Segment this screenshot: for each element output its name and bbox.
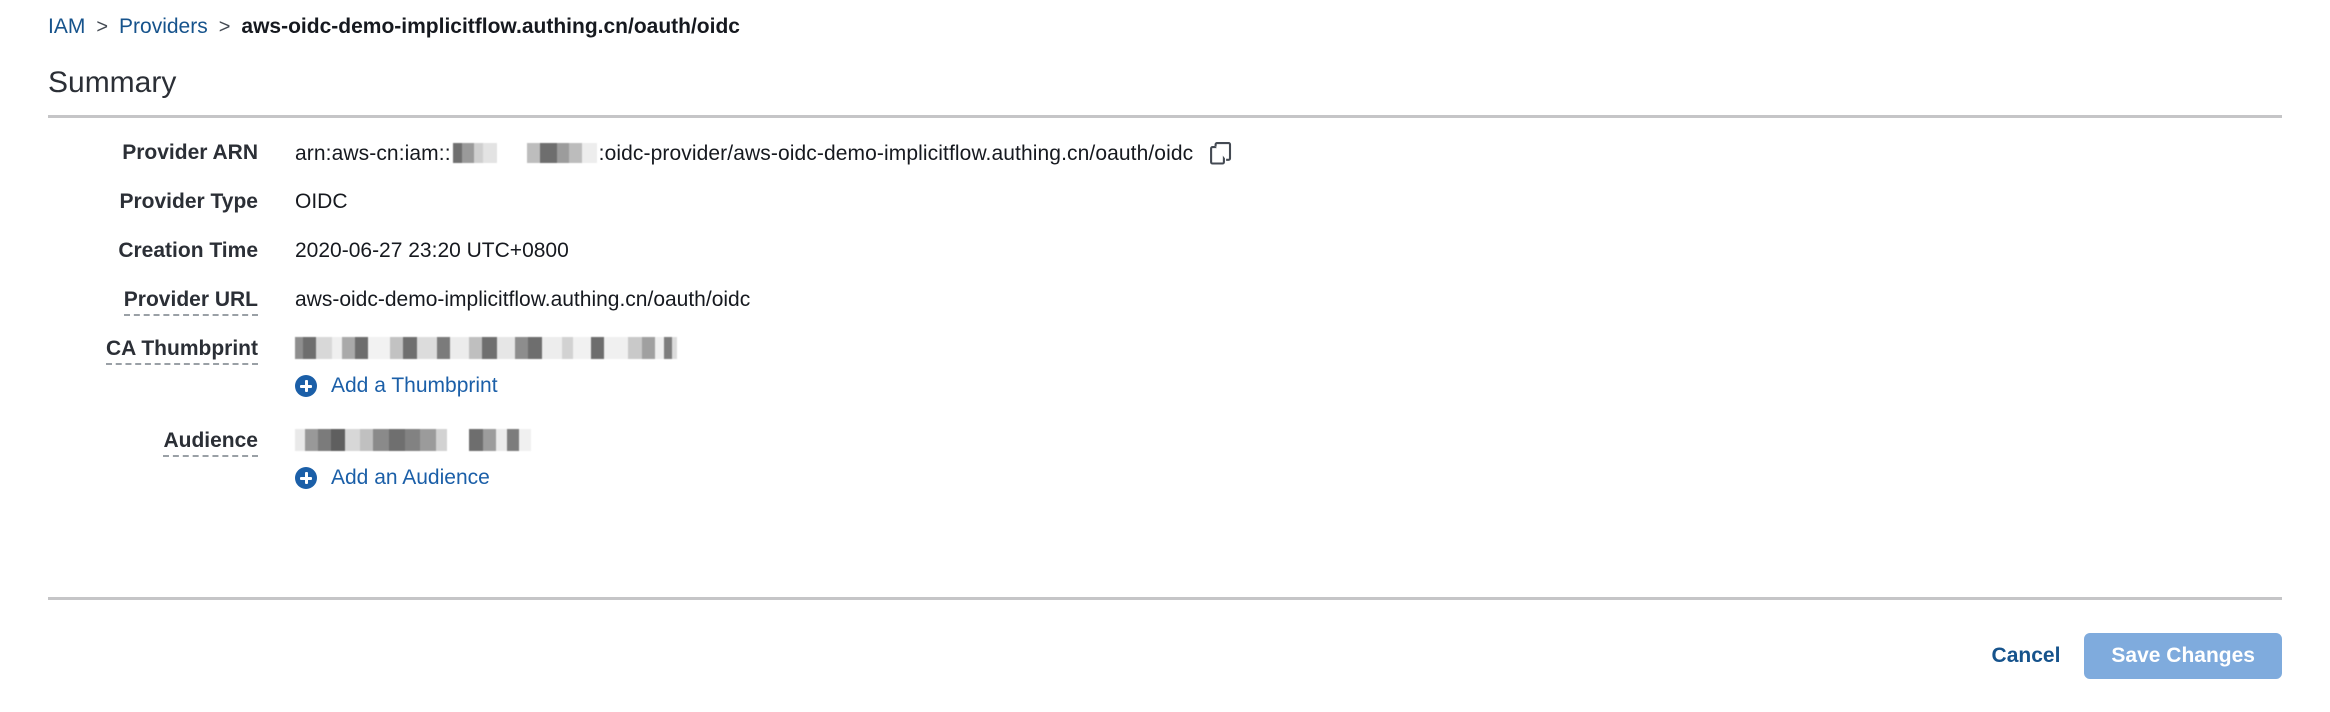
audience-label[interactable]: Audience [48, 422, 258, 457]
provider-type-label: Provider Type [119, 190, 259, 213]
detail-row-provider-arn: Provider ARN arn:aws-cn:iam:: :oidc-prov… [48, 134, 2282, 169]
plus-circle-icon[interactable] [295, 375, 317, 397]
detail-row-provider-url: Provider URL aws-oidc-demo-implicitflow.… [48, 281, 2282, 316]
provider-arn-suffix: :oidc-provider/aws-oidc-demo-implicitflo… [598, 141, 1194, 165]
breadcrumb: IAM > Providers > aws-oidc-demo-implicit… [48, 0, 2282, 54]
page-title: Summary [48, 66, 177, 99]
breadcrumb-separator: > [218, 15, 231, 38]
add-audience-row[interactable]: Add an Audience [295, 466, 2282, 490]
add-thumbprint-row[interactable]: Add a Thumbprint [295, 374, 2282, 398]
provider-url-value: aws-oidc-demo-implicitflow.authing.cn/oa… [295, 288, 751, 311]
detail-row-creation-time: Creation Time 2020-06-27 23:20 UTC+0800 [48, 232, 2282, 267]
creation-time-label: Creation Time [118, 239, 258, 262]
redacted-account-id-part2 [526, 143, 597, 163]
summary-details: Provider ARN arn:aws-cn:iam:: :oidc-prov… [48, 118, 2282, 490]
add-thumbprint-link[interactable]: Add a Thumbprint [331, 374, 498, 398]
provider-arn-value: arn:aws-cn:iam:: :oidc-provider/aws-oidc… [295, 134, 1232, 165]
provider-url-label[interactable]: Provider URL [48, 281, 258, 316]
breadcrumb-item-current: aws-oidc-demo-implicitflow.authing.cn/oa… [241, 15, 740, 38]
iam-provider-summary-page: IAM > Providers > aws-oidc-demo-implicit… [0, 0, 2330, 712]
redacted-audience-part1 [295, 429, 447, 451]
breadcrumb-item-iam[interactable]: IAM [48, 15, 85, 39]
plus-circle-icon[interactable] [295, 467, 317, 489]
detail-row-provider-type: Provider Type OIDC [48, 183, 2282, 218]
creation-time-value: 2020-06-27 23:20 UTC+0800 [295, 239, 569, 262]
provider-arn-prefix: arn:aws-cn:iam:: [295, 141, 451, 165]
cancel-button[interactable]: Cancel [1992, 644, 2061, 668]
breadcrumb-item-providers[interactable]: Providers [119, 15, 208, 39]
detail-row-audience: Audience [48, 422, 2282, 457]
provider-arn-label: Provider ARN [122, 141, 258, 164]
ca-thumbprint-label[interactable]: CA Thumbprint [48, 330, 258, 365]
save-changes-button[interactable]: Save Changes [2084, 633, 2282, 679]
ca-thumbprint-value [295, 330, 677, 359]
redacted-account-id-part1 [452, 143, 497, 163]
detail-row-ca-thumbprint: CA Thumbprint [48, 330, 2282, 365]
redacted-ca-thumbprint [295, 337, 677, 359]
footer: Cancel Save Changes [48, 597, 2282, 712]
redacted-audience-part2 [469, 429, 531, 451]
copy-icon[interactable] [1210, 142, 1232, 166]
breadcrumb-separator: > [96, 15, 109, 38]
provider-type-value: OIDC [295, 190, 348, 213]
audience-value [295, 422, 531, 451]
footer-actions: Cancel Save Changes [48, 600, 2282, 712]
add-audience-link[interactable]: Add an Audience [331, 466, 490, 490]
